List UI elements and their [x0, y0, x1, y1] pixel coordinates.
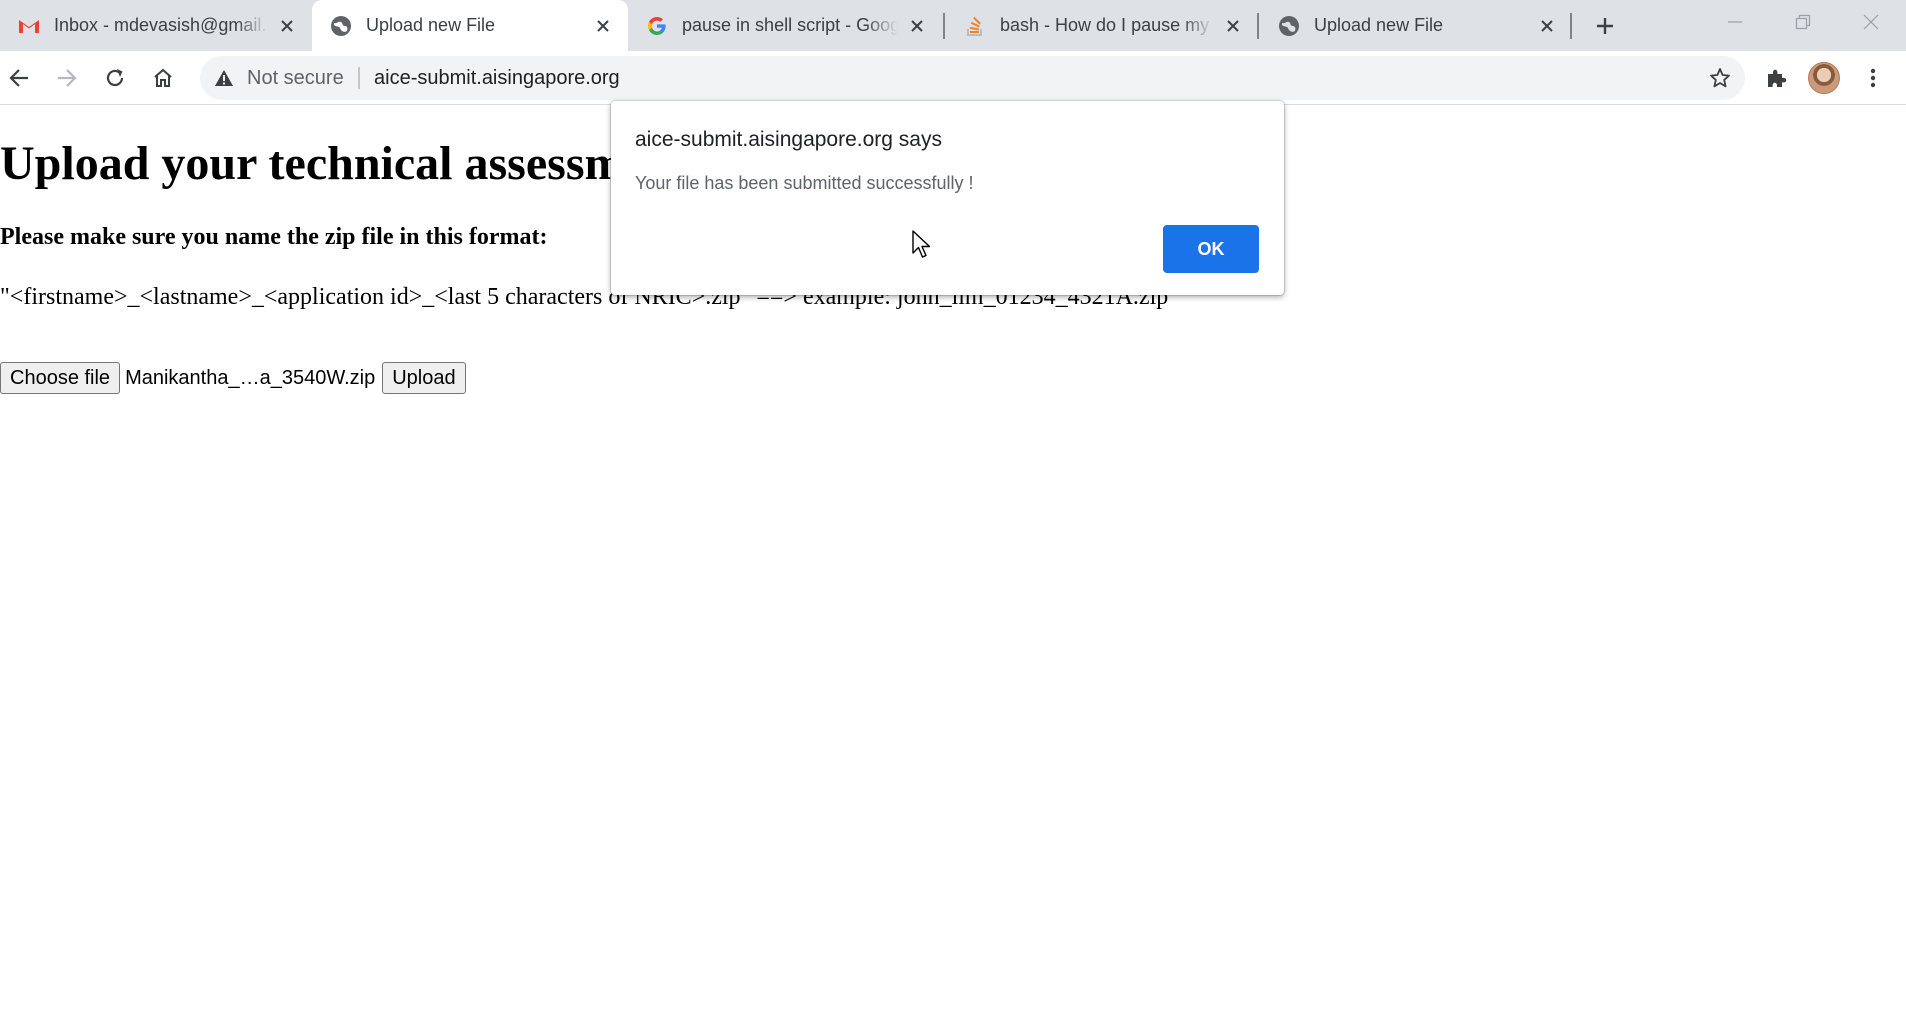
bookmark-star-icon[interactable] — [1707, 65, 1733, 91]
close-icon — [1863, 14, 1879, 30]
close-window-button[interactable] — [1846, 6, 1896, 38]
ok-button[interactable]: OK — [1163, 225, 1259, 273]
browser-toolbar: Not secure aice-submit.aisingapore.org — [0, 51, 1906, 105]
tab-upload-new-file[interactable]: Upload new File — [1260, 0, 1572, 51]
arrow-right-icon — [58, 69, 77, 87]
more-vert-icon — [1870, 68, 1876, 88]
warning-icon[interactable] — [212, 66, 236, 90]
tab-title: Upload new File — [366, 15, 496, 35]
dialog-title: aice-submit.aisingapore.org says — [635, 128, 942, 151]
url-text[interactable]: aice-submit.aisingapore.org — [374, 67, 620, 90]
close-tab-icon[interactable] — [1536, 15, 1558, 37]
tab-title: bash - How do I pause my shell script — [1000, 15, 1214, 35]
mouse-cursor-icon — [912, 230, 931, 258]
tab-title: Inbox - mdevasish@gmail.com — [54, 15, 268, 35]
tab-separator — [943, 13, 945, 39]
forward-button[interactable] — [48, 59, 86, 97]
gmail-icon — [18, 15, 40, 37]
plus-icon — [1597, 18, 1613, 34]
profile-avatar[interactable] — [1808, 62, 1840, 94]
home-icon — [154, 68, 172, 87]
close-tab-icon[interactable] — [276, 15, 298, 37]
close-tab-icon[interactable] — [592, 15, 614, 37]
tab-gmail-inbox[interactable]: Inbox - mdevasish@gmail.com — [0, 0, 312, 51]
globe-icon — [330, 15, 352, 37]
google-icon — [646, 15, 668, 37]
arrow-left-icon — [9, 69, 28, 87]
tab-strip: Inbox - mdevasish@gmail.com Upload new F… — [0, 0, 1906, 51]
extensions-button[interactable] — [1757, 59, 1795, 97]
reload-icon — [106, 69, 124, 87]
tab-title: pause in shell script - Google Search — [682, 15, 898, 35]
back-button[interactable] — [0, 59, 38, 97]
tab-separator — [1570, 13, 1572, 39]
restore-button[interactable] — [1778, 6, 1828, 38]
choose-file-button[interactable]: Choose file — [0, 362, 121, 394]
tab-upload-new-file-active[interactable]: Upload new File — [312, 0, 628, 51]
minimize-button[interactable] — [1710, 6, 1760, 38]
close-tab-icon[interactable] — [1222, 15, 1244, 37]
selected-file-name: Manikantha_…a_3540W.zip — [125, 366, 376, 389]
puzzle-icon — [1768, 69, 1787, 87]
tab-stackoverflow[interactable]: bash - How do I pause my shell script — [946, 0, 1258, 51]
alert-dialog: aice-submit.aisingapore.org says Your fi… — [611, 101, 1284, 295]
reload-button[interactable] — [96, 59, 134, 97]
home-button[interactable] — [144, 59, 182, 97]
upload-button[interactable]: Upload — [382, 362, 466, 394]
page-heading: Upload your technical assessment — [0, 137, 689, 190]
restore-icon — [1795, 14, 1811, 30]
security-label[interactable]: Not secure — [247, 67, 344, 90]
tab-google-search[interactable]: pause in shell script - Google Search — [628, 0, 942, 51]
naming-instruction: Please make sure you name the zip file i… — [0, 224, 548, 250]
menu-button[interactable] — [1854, 59, 1892, 97]
globe-icon — [1278, 15, 1300, 37]
stackoverflow-icon — [964, 15, 986, 37]
address-bar[interactable]: Not secure aice-submit.aisingapore.org — [200, 56, 1745, 100]
upload-form: Choose file Manikantha_…a_3540W.zip Uplo… — [0, 362, 466, 394]
new-tab-button[interactable] — [1589, 10, 1621, 42]
close-tab-icon[interactable] — [906, 15, 928, 37]
tab-title: Upload new File — [1314, 15, 1444, 35]
dialog-message: Your file has been submitted successfull… — [635, 173, 974, 193]
minimize-icon — [1728, 21, 1742, 23]
omnibox-divider — [358, 67, 360, 89]
tab-separator — [1257, 13, 1259, 39]
